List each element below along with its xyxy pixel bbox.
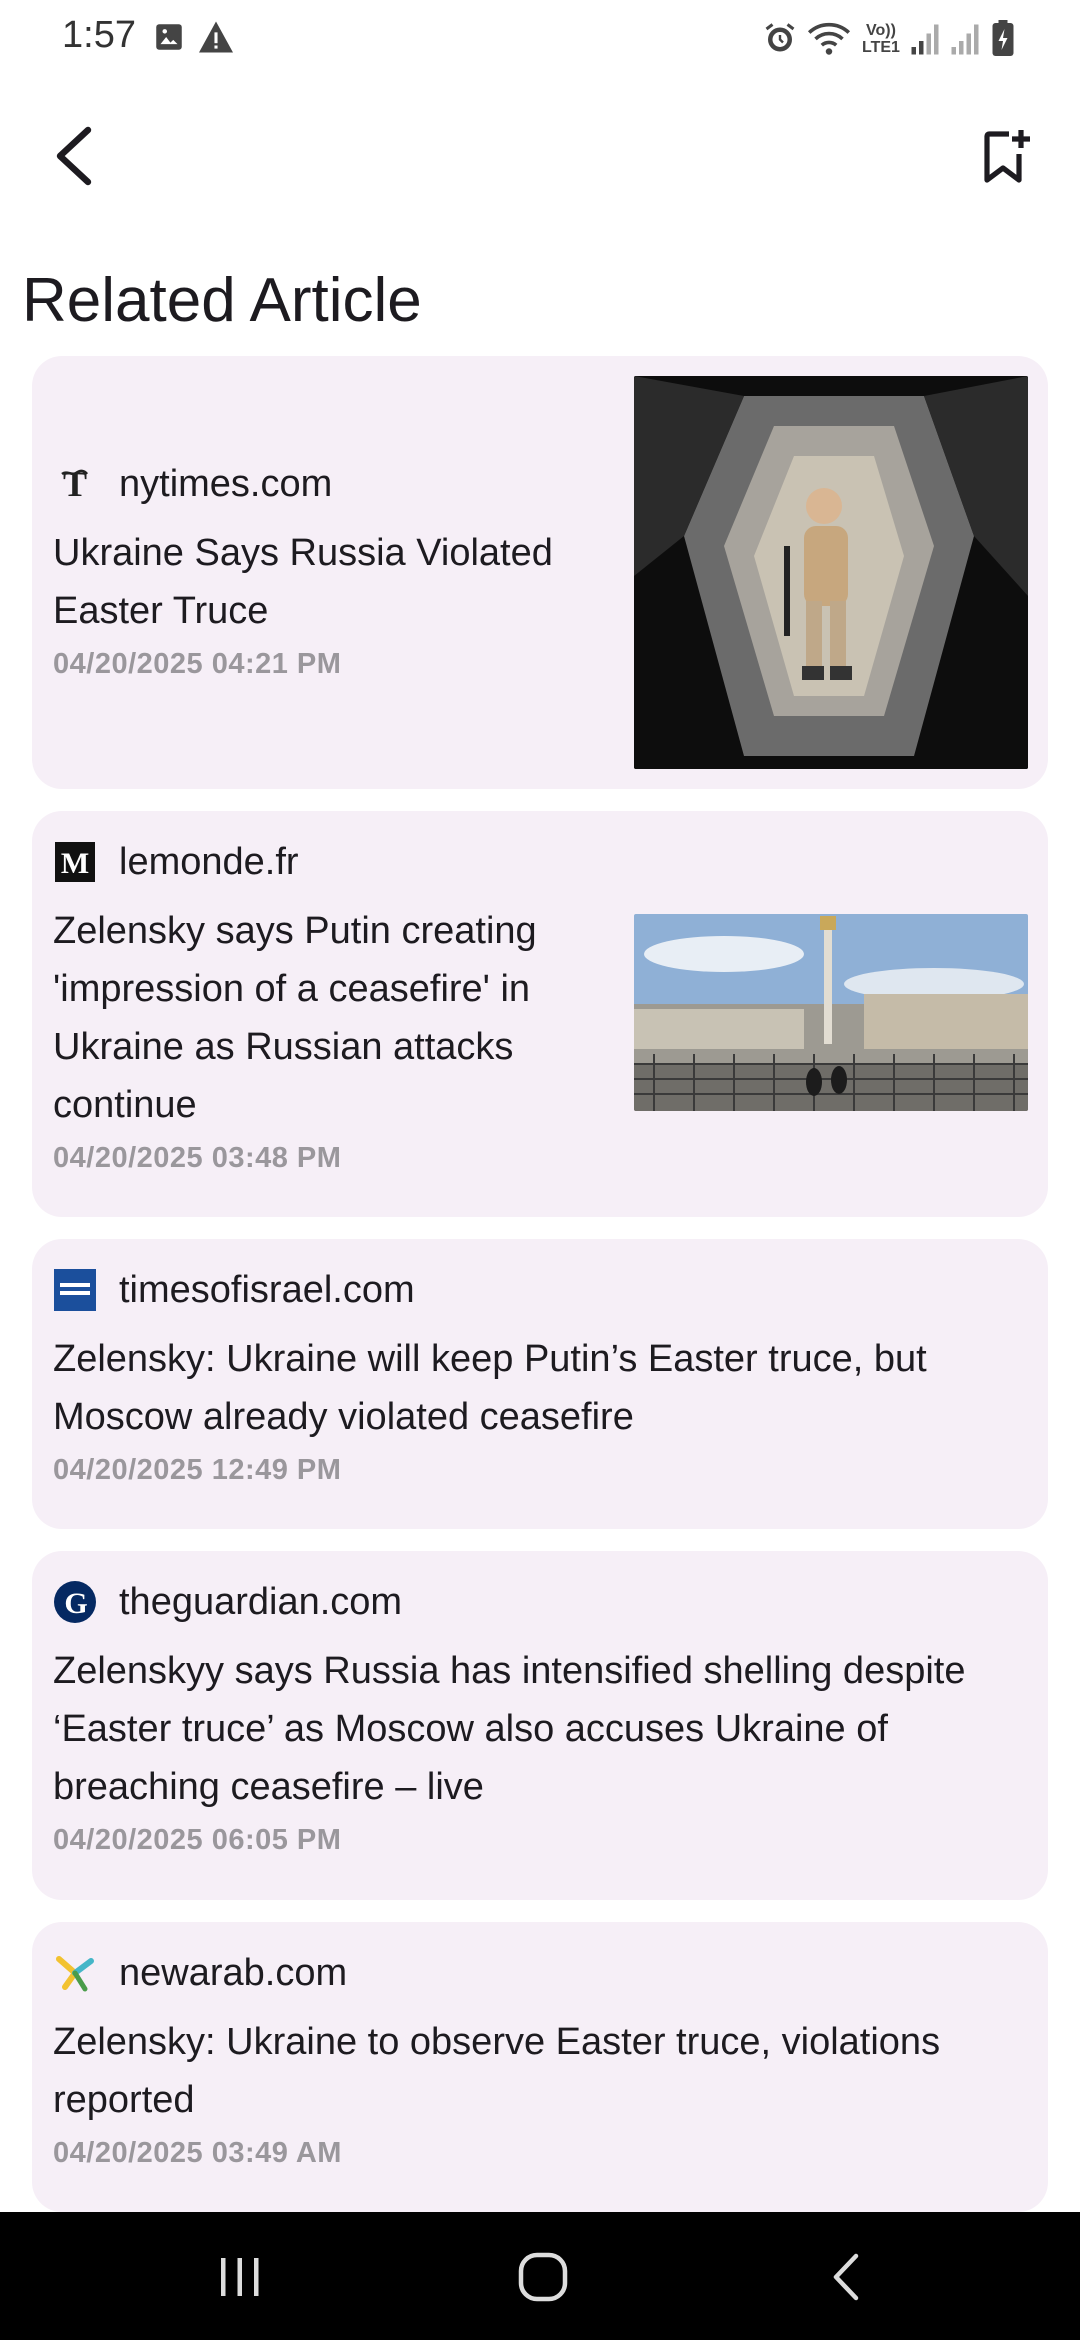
source-row: G theguardian.com: [53, 1572, 1023, 1632]
signal-icon: [910, 20, 940, 61]
home-button[interactable]: [483, 2232, 603, 2322]
article-date: 04/20/2025 03:49 AM: [53, 2137, 342, 2169]
source-name: lemonde.fr: [119, 840, 299, 883]
signal-icon: [950, 20, 980, 61]
article-card[interactable]: newarab.com Zelensky: Ukraine to observe…: [32, 1922, 1048, 2212]
article-card[interactable]: M lemonde.fr Zelensky says Putin creatin…: [32, 811, 1048, 1217]
article-card[interactable]: T nytimes.com Ukraine Says Russia Violat…: [32, 356, 1048, 789]
chevron-left-icon: [56, 126, 92, 186]
wifi-icon: [807, 20, 851, 61]
volte-label: Vo)): [866, 22, 896, 39]
back-icon: [833, 2253, 859, 2301]
page-title: Related Article: [22, 266, 422, 335]
article-headline[interactable]: Zelensky: Ukraine to observe Easter truc…: [53, 2013, 1043, 2129]
article-thumbnail[interactable]: [634, 376, 1028, 769]
article-date: 04/20/2025 04:21 PM: [53, 648, 342, 680]
lte-label: LTE1: [862, 39, 900, 56]
back-button[interactable]: [38, 120, 110, 192]
app-bar: [0, 100, 1080, 212]
article-headline[interactable]: Zelenskyy says Russia has intensified sh…: [53, 1642, 1023, 1816]
svg-text:G: G: [64, 1587, 87, 1620]
recent-apps-button[interactable]: [180, 2232, 300, 2322]
article-headline[interactable]: Ukraine Says Russia Violated Easter Truc…: [53, 524, 613, 640]
source-row: timesofisrael.com: [53, 1260, 1023, 1320]
article-date: 04/20/2025 06:05 PM: [53, 1824, 342, 1856]
system-nav-bar: [0, 2212, 1080, 2340]
status-bar: 1:57 Vo)) LTE1: [0, 0, 1080, 80]
article-headline[interactable]: Zelensky says Putin creating 'impression…: [53, 902, 613, 1134]
status-time: 1:57: [62, 14, 136, 56]
svg-text:M: M: [61, 847, 89, 880]
guardian-logo-icon: G: [53, 1580, 97, 1624]
recent-apps-icon: [221, 2258, 259, 2296]
home-icon: [518, 2252, 568, 2302]
source-row: newarab.com: [53, 1943, 1043, 2003]
nav-back-button[interactable]: [786, 2232, 906, 2322]
article-headline[interactable]: Zelensky: Ukraine will keep Putin’s East…: [53, 1330, 1023, 1446]
article-list: T nytimes.com Ukraine Says Russia Violat…: [32, 356, 1048, 2234]
warning-icon: [197, 20, 235, 59]
timesofisrael-logo-icon: [53, 1268, 97, 1312]
article-thumbnail[interactable]: [634, 914, 1028, 1111]
volte-icon: Vo)) LTE1: [862, 22, 900, 56]
article-card[interactable]: timesofisrael.com Zelensky: Ukraine will…: [32, 1239, 1048, 1529]
source-row: M lemonde.fr: [53, 832, 613, 892]
source-name: theguardian.com: [119, 1580, 403, 1623]
source-name: nytimes.com: [119, 462, 333, 505]
bookmark-button[interactable]: [970, 120, 1042, 192]
article-card[interactable]: G theguardian.com Zelenskyy says Russia …: [32, 1551, 1048, 1900]
bookmark-add-icon: [984, 130, 1030, 183]
article-date: 04/20/2025 12:49 PM: [53, 1454, 342, 1486]
source-name: timesofisrael.com: [119, 1268, 415, 1311]
battery-icon: [992, 20, 1014, 61]
source-row: T nytimes.com: [53, 454, 613, 514]
lemonde-logo-icon: M: [53, 840, 97, 884]
source-name: newarab.com: [119, 1951, 348, 1994]
article-date: 04/20/2025 03:48 PM: [53, 1142, 342, 1174]
newarab-logo-icon: [53, 1951, 97, 1995]
alarm-icon: [762, 20, 798, 61]
image-icon: [152, 20, 186, 59]
nyt-logo-icon: T: [53, 462, 97, 506]
